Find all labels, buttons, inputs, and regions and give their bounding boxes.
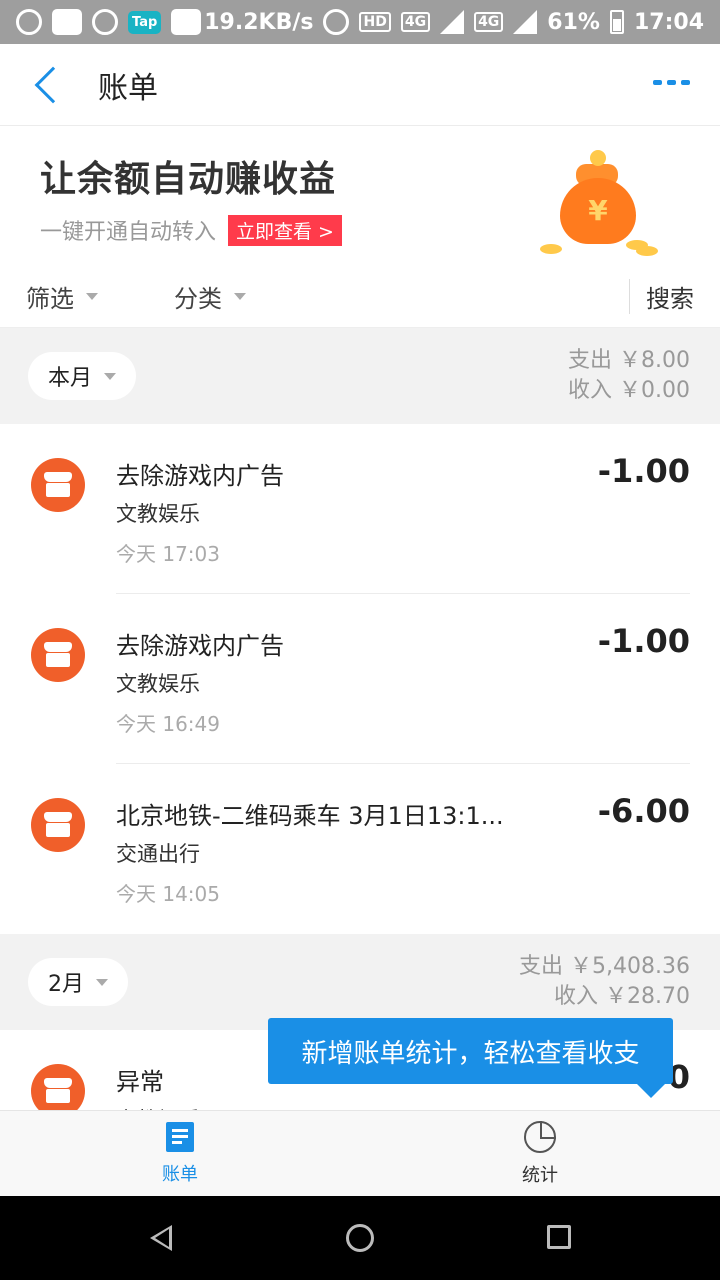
bill-category: 文教娱乐 xyxy=(116,502,200,526)
tab-bills[interactable]: 账单 xyxy=(0,1111,360,1196)
month-section-header: 2月 支出 ￥5,408.36 收入 ￥28.70 xyxy=(0,934,720,1030)
app-screen: 账单 让余额自动赚收益 一键开通自动转入 立即查看 > ¥ 筛选 分类 搜索 本… xyxy=(0,44,720,1196)
month-income: 收入 ￥28.70 xyxy=(554,984,690,1009)
alipay-notification-icon xyxy=(92,9,118,35)
month-label: 2月 xyxy=(48,972,84,997)
clock: 17:04 xyxy=(633,9,704,35)
signal-icon-2 xyxy=(513,10,538,34)
shop-icon xyxy=(31,628,85,682)
status-right: 19.2KB/s HD 4G 4G 61% 17:04 xyxy=(204,9,704,35)
filter-dropdown[interactable]: 筛选 xyxy=(26,279,98,314)
nav-recents-icon[interactable] xyxy=(547,1225,571,1249)
tab-bills-label: 账单 xyxy=(162,1163,198,1185)
network-4g-2: 4G xyxy=(474,12,504,32)
status-bar: Tap 19.2KB/s HD 4G 4G 61% 17:04 xyxy=(0,0,720,44)
signal-icon xyxy=(440,10,465,34)
network-speed: 19.2KB/s xyxy=(204,9,314,35)
image-notification-icon xyxy=(171,9,202,35)
tab-stats-label: 统计 xyxy=(522,1164,558,1186)
bill-time: 今天 17:03 xyxy=(116,542,220,566)
alarm-icon xyxy=(323,9,350,35)
message-icon xyxy=(52,9,82,35)
more-menu-icon[interactable] xyxy=(653,80,690,85)
pie-chart-icon xyxy=(524,1120,556,1153)
network-4g-1: 4G xyxy=(400,12,431,32)
hd-icon: HD xyxy=(359,12,391,32)
bill-name: 去除游戏内广告 xyxy=(116,462,284,490)
header: 账单 xyxy=(0,44,720,126)
battery-percent: 61% xyxy=(547,9,600,35)
bill-amount: -6.00 xyxy=(597,792,690,830)
bill-amount: -1.00 xyxy=(597,622,690,660)
promo-banner[interactable]: 让余额自动赚收益 一键开通自动转入 立即查看 > ¥ xyxy=(0,126,720,266)
bill-list-icon xyxy=(166,1121,194,1152)
bill-name: 去除游戏内广告 xyxy=(116,632,284,660)
tab-stats[interactable]: 统计 xyxy=(360,1111,720,1196)
bill-category: 文教娱乐 xyxy=(116,672,200,696)
filter-label: 筛选 xyxy=(26,285,74,313)
app-notification-icon xyxy=(16,9,42,35)
caret-down-icon xyxy=(96,978,108,986)
search-button[interactable]: 搜索 xyxy=(629,279,694,314)
page-title: 账单 xyxy=(98,70,158,106)
bottom-tab-bar: 账单 统计 xyxy=(0,1110,720,1196)
bill-row[interactable]: 去除游戏内广告 文教娱乐 今天 17:03 -1.00 xyxy=(0,424,720,594)
money-bag-icon: ¥ xyxy=(540,148,660,258)
bill-name: 北京地铁-二维码乘车 3月1日13:1... xyxy=(116,802,504,830)
bill-time: 今天 14:05 xyxy=(116,882,220,906)
month-selector[interactable]: 本月 xyxy=(28,352,137,400)
month-summary: 支出 ￥5,408.36 收入 ￥28.70 xyxy=(519,952,690,1012)
nav-home-icon[interactable] xyxy=(346,1224,374,1252)
battery-icon xyxy=(609,10,624,34)
view-now-button[interactable]: 立即查看 > xyxy=(228,214,342,246)
month-selector[interactable]: 2月 xyxy=(28,958,128,1006)
month-label: 本月 xyxy=(48,366,93,391)
month-expense: 支出 ￥8.00 xyxy=(568,348,690,373)
shop-icon xyxy=(31,458,85,512)
system-nav-bar xyxy=(0,1196,720,1280)
month-summary: 支出 ￥8.00 收入 ￥0.00 xyxy=(568,346,690,406)
bill-category: 交通出行 xyxy=(116,842,200,866)
bill-time: 今天 16:49 xyxy=(116,712,220,736)
feature-tooltip[interactable]: 新增账单统计，轻松查看收支 xyxy=(268,1018,673,1098)
tap-notification-icon: Tap xyxy=(128,10,162,34)
filter-bar: 筛选 分类 搜索 xyxy=(0,266,720,328)
caret-down-icon xyxy=(86,293,98,300)
bill-row[interactable]: 去除游戏内广告 文教娱乐 今天 16:49 -1.00 xyxy=(0,594,720,764)
bill-row[interactable]: 北京地铁-二维码乘车 3月1日13:1... 交通出行 今天 14:05 -6.… xyxy=(0,764,720,934)
month-expense: 支出 ￥5,408.36 xyxy=(519,954,690,979)
caret-down-icon xyxy=(104,372,117,380)
bill-amount: -1.00 xyxy=(597,452,690,490)
caret-down-icon xyxy=(234,293,246,300)
shop-icon xyxy=(31,798,85,852)
category-label: 分类 xyxy=(174,285,222,313)
month-income: 收入 ￥0.00 xyxy=(568,378,690,403)
back-arrow-icon[interactable] xyxy=(34,66,72,103)
status-left-icons: Tap xyxy=(16,9,202,35)
category-dropdown[interactable]: 分类 xyxy=(174,279,246,314)
month-section-header: 本月 支出 ￥8.00 收入 ￥0.00 xyxy=(0,328,720,424)
banner-subtitle: 一键开通自动转入 xyxy=(40,220,217,245)
